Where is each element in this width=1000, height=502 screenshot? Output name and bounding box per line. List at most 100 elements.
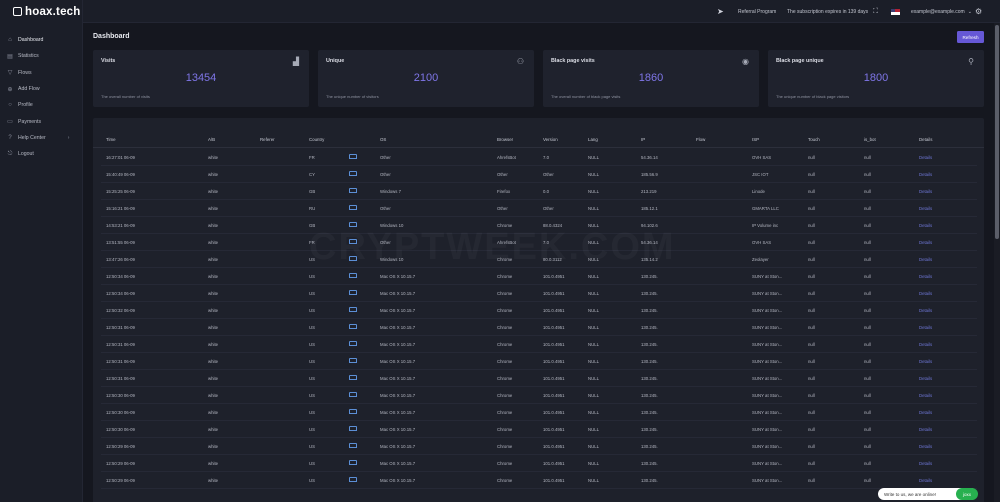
cell-lang: NULL (588, 478, 599, 483)
column-header-isp[interactable]: ISP (752, 137, 759, 142)
column-header-details[interactable]: Details (919, 137, 932, 142)
cell-isp: SUNY at Ston... (752, 274, 783, 279)
cell-ab: white (208, 376, 219, 381)
column-header-lang[interactable]: Lang (588, 137, 598, 142)
cell-details[interactable]: Details (919, 461, 932, 466)
cell-details[interactable]: Details (919, 393, 932, 398)
refresh-button[interactable]: Refresh (957, 31, 984, 43)
cell-details[interactable]: Details (919, 359, 932, 364)
cell-is-bot: null (864, 240, 871, 245)
cell-country: US (309, 308, 315, 313)
cell-os: Windows 7 (380, 189, 402, 194)
fullscreen-icon[interactable]: ⛶ (873, 0, 878, 23)
logo[interactable]: hoax.tech (0, 0, 82, 23)
sidebar-item-add-flow[interactable]: ⊕ Add Flow (0, 81, 82, 97)
card-value: 2100 (413, 72, 439, 84)
cell-ab: white (208, 274, 219, 279)
cell-ab: white (208, 223, 219, 228)
cell-lang: NULL (588, 376, 599, 381)
cell-details[interactable]: Details (919, 291, 932, 296)
table-row: 15:16:21 06-09 white RU Other Other Other NULL… (101, 200, 977, 217)
cell-details[interactable]: Details (919, 308, 932, 313)
device-laptop-icon (349, 358, 357, 363)
table-row: 12:50:32 06-09 white US Mac OS X 10.15.7 Chr… (101, 302, 977, 319)
cell-details[interactable]: Details (919, 240, 932, 245)
device-laptop-icon (349, 171, 357, 176)
cell-details[interactable]: Details (919, 410, 932, 415)
user-menu[interactable]: example@example.com ⌄ (911, 0, 972, 23)
cell-is-bot: null (864, 325, 871, 330)
cell-country: US (309, 427, 315, 432)
sidebar-item-profile[interactable]: ○ Profile (0, 97, 82, 113)
cell-lang: NULL (588, 461, 599, 466)
cell-time: 15:16:21 06-09 (106, 206, 135, 211)
cell-is-bot: null (864, 359, 871, 364)
cell-details[interactable]: Details (919, 223, 932, 228)
cell-touch: null (808, 393, 815, 398)
column-header-os[interactable]: OS (380, 137, 386, 142)
sidebar-item-logout[interactable]: ⎋ Logout (0, 146, 82, 162)
sidebar-item-statistics[interactable]: ▤ Statistics (0, 48, 82, 64)
cell-ab: white (208, 410, 219, 415)
column-header-flow[interactable]: Flow (696, 137, 705, 142)
cell-lang: NULL (588, 206, 599, 211)
column-header-version[interactable]: Version (543, 137, 558, 142)
cell-touch: null (808, 206, 815, 211)
user-icon: ○ (8, 102, 12, 109)
cell-details[interactable]: Details (919, 444, 932, 449)
cell-details[interactable]: Details (919, 189, 932, 194)
table-row: 12:50:29 06-09 white US Mac OS X 10.15.7 Chr… (101, 472, 977, 489)
cell-ab: white (208, 291, 219, 296)
cell-os: Other (380, 155, 391, 160)
cell-ip: 185.12.1 (641, 206, 658, 211)
cell-details[interactable]: Details (919, 342, 932, 347)
column-header-country[interactable]: Country (309, 137, 324, 142)
sidebar-item-help-center[interactable]: ? Help Center › (0, 130, 82, 146)
column-header-time[interactable]: Time (106, 137, 116, 142)
scrollbar[interactable] (994, 23, 1000, 502)
device-laptop-icon (349, 477, 357, 482)
cell-isp: SUNY at Ston... (752, 376, 783, 381)
column-header-ab[interactable]: A/B (208, 137, 215, 142)
cell-details[interactable]: Details (919, 325, 932, 330)
cell-ab: white (208, 461, 219, 466)
cell-details[interactable]: Details (919, 376, 932, 381)
cell-is-bot: null (864, 189, 871, 194)
column-header-browser[interactable]: Browser (497, 137, 513, 142)
cell-details[interactable]: Details (919, 155, 932, 160)
sidebar-item-flows[interactable]: ▽ Flows (0, 65, 82, 81)
cell-details[interactable]: Details (919, 257, 932, 262)
table-row: 12:50:30 06-09 white US Mac OS X 10.15.7 Chr… (101, 421, 977, 438)
cell-time: 12:50:34 06-09 (106, 274, 135, 279)
column-header-ip[interactable]: IP (641, 137, 645, 142)
cell-details[interactable]: Details (919, 478, 932, 483)
cell-touch: null (808, 410, 815, 415)
column-header-referer[interactable]: Referer (260, 137, 275, 142)
cell-ip: 213.219 (641, 189, 657, 194)
sidebar-item-payments[interactable]: ▭ Payments (0, 113, 82, 129)
column-header-touch[interactable]: Touch (808, 137, 820, 142)
cell-details[interactable]: Details (919, 427, 932, 432)
users-icon: ⚇ (516, 57, 524, 66)
cell-touch: null (808, 257, 815, 262)
referral-link[interactable]: Referral Program (738, 0, 776, 23)
device-laptop-icon (349, 392, 357, 397)
send-icon[interactable]: ➤ (717, 0, 724, 23)
language-selector[interactable] (891, 0, 900, 23)
table-row: 15:40:49 06-09 white CY Other Other Other NULL… (101, 166, 977, 183)
gear-icon[interactable]: ⚙ (975, 0, 982, 23)
sidebar-item-dashboard[interactable]: ⌂ Dashboard (0, 32, 82, 48)
cell-details[interactable]: Details (919, 274, 932, 279)
cell-country: US (309, 274, 315, 279)
card-description: The overall number of black page visits (551, 94, 621, 99)
cell-country: US (309, 376, 315, 381)
chat-badge[interactable]: joxx (956, 488, 978, 500)
cell-browser: Chrome (497, 274, 513, 279)
column-header-is-bot[interactable]: is_bot (864, 137, 876, 142)
cell-details[interactable]: Details (919, 206, 932, 211)
scrollbar-thumb[interactable] (995, 25, 999, 239)
cell-time: 12:50:30 06-09 (106, 410, 135, 415)
cell-details[interactable]: Details (919, 172, 932, 177)
cell-version: 0.0 (543, 189, 549, 194)
cell-browser: Firefox (497, 189, 511, 194)
